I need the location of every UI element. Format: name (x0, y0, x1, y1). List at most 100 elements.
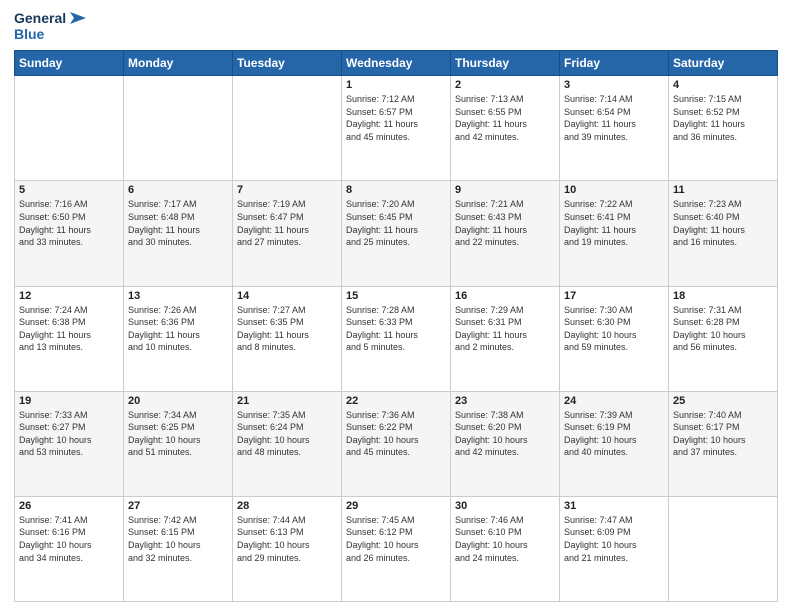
calendar-cell: 28 Sunrise: 7:44 AM Sunset: 6:13 PM Dayli… (233, 496, 342, 601)
calendar-cell (669, 496, 778, 601)
day-info: Sunrise: 7:20 AM Sunset: 6:45 PM Dayligh… (346, 198, 446, 248)
day-info: Sunrise: 7:24 AM Sunset: 6:38 PM Dayligh… (19, 304, 119, 354)
calendar-cell: 25 Sunrise: 7:40 AM Sunset: 6:17 PM Dayli… (669, 391, 778, 496)
calendar-cell: 22 Sunrise: 7:36 AM Sunset: 6:22 PM Dayli… (342, 391, 451, 496)
day-info: Sunrise: 7:29 AM Sunset: 6:31 PM Dayligh… (455, 304, 555, 354)
calendar-cell: 12Sunrise: 7:24 AM Sunset: 6:38 PM Dayli… (15, 286, 124, 391)
calendar-cell: 10 Sunrise: 7:22 AM Sunset: 6:41 PM Dayli… (560, 181, 669, 286)
calendar-cell: 21 Sunrise: 7:35 AM Sunset: 6:24 PM Dayli… (233, 391, 342, 496)
calendar-cell: 1 Sunrise: 7:12 AM Sunset: 6:57 PM Daylig… (342, 76, 451, 181)
weekday-header-wednesday: Wednesday (342, 51, 451, 76)
calendar-cell: 5 Sunrise: 7:16 AM Sunset: 6:50 PM Daylig… (15, 181, 124, 286)
day-info: Sunrise: 7:27 AM Sunset: 6:35 PM Dayligh… (237, 304, 337, 354)
calendar-cell: 7Sunrise: 7:19 AM Sunset: 6:47 PM Daylig… (233, 181, 342, 286)
calendar-cell (124, 76, 233, 181)
logo: General Blue (14, 10, 86, 42)
logo-general-text: General (14, 10, 66, 26)
day-number: 21 (237, 395, 337, 407)
day-number: 8 (346, 184, 446, 196)
day-info: Sunrise: 7:30 AM Sunset: 6:30 PM Dayligh… (564, 304, 664, 354)
calendar-table: SundayMondayTuesdayWednesdayThursdayFrid… (14, 50, 778, 602)
day-info: Sunrise: 7:40 AM Sunset: 6:17 PM Dayligh… (673, 409, 773, 459)
calendar-cell: 31Sunrise: 7:47 AM Sunset: 6:09 PM Dayli… (560, 496, 669, 601)
day-info: Sunrise: 7:14 AM Sunset: 6:54 PM Dayligh… (564, 93, 664, 143)
calendar-cell: 19Sunrise: 7:33 AM Sunset: 6:27 PM Dayli… (15, 391, 124, 496)
weekday-header-thursday: Thursday (451, 51, 560, 76)
day-number: 7 (237, 184, 337, 196)
calendar-cell: 17 Sunrise: 7:30 AM Sunset: 6:30 PM Dayli… (560, 286, 669, 391)
day-number: 17 (564, 290, 664, 302)
day-info: Sunrise: 7:34 AM Sunset: 6:25 PM Dayligh… (128, 409, 228, 459)
day-info: Sunrise: 7:28 AM Sunset: 6:33 PM Dayligh… (346, 304, 446, 354)
week-row-1: 1 Sunrise: 7:12 AM Sunset: 6:57 PM Daylig… (15, 76, 778, 181)
day-number: 26 (19, 500, 119, 512)
day-number: 28 (237, 500, 337, 512)
calendar-cell: 11 Sunrise: 7:23 AM Sunset: 6:40 PM Dayli… (669, 181, 778, 286)
calendar-cell: 27 Sunrise: 7:42 AM Sunset: 6:15 PM Dayli… (124, 496, 233, 601)
day-info: Sunrise: 7:36 AM Sunset: 6:22 PM Dayligh… (346, 409, 446, 459)
calendar-cell: 26Sunrise: 7:41 AM Sunset: 6:16 PM Dayli… (15, 496, 124, 601)
calendar-cell: 4 Sunrise: 7:15 AM Sunset: 6:52 PM Daylig… (669, 76, 778, 181)
day-number: 1 (346, 79, 446, 91)
calendar-cell: 15Sunrise: 7:28 AM Sunset: 6:33 PM Dayli… (342, 286, 451, 391)
weekday-header-saturday: Saturday (669, 51, 778, 76)
logo-arrow-icon (68, 10, 86, 26)
day-info: Sunrise: 7:47 AM Sunset: 6:09 PM Dayligh… (564, 514, 664, 564)
day-number: 2 (455, 79, 555, 91)
calendar-cell: 16 Sunrise: 7:29 AM Sunset: 6:31 PM Dayli… (451, 286, 560, 391)
day-number: 20 (128, 395, 228, 407)
day-info: Sunrise: 7:42 AM Sunset: 6:15 PM Dayligh… (128, 514, 228, 564)
day-info: Sunrise: 7:22 AM Sunset: 6:41 PM Dayligh… (564, 198, 664, 248)
day-number: 11 (673, 184, 773, 196)
weekday-header-friday: Friday (560, 51, 669, 76)
day-number: 18 (673, 290, 773, 302)
day-number: 6 (128, 184, 228, 196)
day-info: Sunrise: 7:13 AM Sunset: 6:55 PM Dayligh… (455, 93, 555, 143)
logo-blue-text: Blue (14, 26, 44, 42)
day-info: Sunrise: 7:35 AM Sunset: 6:24 PM Dayligh… (237, 409, 337, 459)
calendar-cell: 29 Sunrise: 7:45 AM Sunset: 6:12 PM Dayli… (342, 496, 451, 601)
day-number: 16 (455, 290, 555, 302)
day-number: 10 (564, 184, 664, 196)
day-info: Sunrise: 7:39 AM Sunset: 6:19 PM Dayligh… (564, 409, 664, 459)
day-number: 4 (673, 79, 773, 91)
day-number: 5 (19, 184, 119, 196)
day-info: Sunrise: 7:16 AM Sunset: 6:50 PM Dayligh… (19, 198, 119, 248)
weekday-header-row: SundayMondayTuesdayWednesdayThursdayFrid… (15, 51, 778, 76)
calendar-cell: 3 Sunrise: 7:14 AM Sunset: 6:54 PM Daylig… (560, 76, 669, 181)
day-info: Sunrise: 7:23 AM Sunset: 6:40 PM Dayligh… (673, 198, 773, 248)
day-number: 22 (346, 395, 446, 407)
day-number: 9 (455, 184, 555, 196)
calendar-cell: 30 Sunrise: 7:46 AM Sunset: 6:10 PM Dayli… (451, 496, 560, 601)
calendar-cell: 14 Sunrise: 7:27 AM Sunset: 6:35 PM Dayli… (233, 286, 342, 391)
day-info: Sunrise: 7:17 AM Sunset: 6:48 PM Dayligh… (128, 198, 228, 248)
day-number: 24 (564, 395, 664, 407)
day-number: 29 (346, 500, 446, 512)
day-info: Sunrise: 7:31 AM Sunset: 6:28 PM Dayligh… (673, 304, 773, 354)
day-number: 14 (237, 290, 337, 302)
day-info: Sunrise: 7:44 AM Sunset: 6:13 PM Dayligh… (237, 514, 337, 564)
week-row-5: 26Sunrise: 7:41 AM Sunset: 6:16 PM Dayli… (15, 496, 778, 601)
day-number: 23 (455, 395, 555, 407)
calendar-cell: 2 Sunrise: 7:13 AM Sunset: 6:55 PM Daylig… (451, 76, 560, 181)
week-row-3: 12Sunrise: 7:24 AM Sunset: 6:38 PM Dayli… (15, 286, 778, 391)
header: General Blue (14, 10, 778, 42)
weekday-header-sunday: Sunday (15, 51, 124, 76)
day-number: 30 (455, 500, 555, 512)
day-number: 25 (673, 395, 773, 407)
day-number: 27 (128, 500, 228, 512)
day-number: 3 (564, 79, 664, 91)
day-info: Sunrise: 7:15 AM Sunset: 6:52 PM Dayligh… (673, 93, 773, 143)
calendar-cell (233, 76, 342, 181)
week-row-2: 5 Sunrise: 7:16 AM Sunset: 6:50 PM Daylig… (15, 181, 778, 286)
calendar-cell: 23 Sunrise: 7:38 AM Sunset: 6:20 PM Dayli… (451, 391, 560, 496)
day-info: Sunrise: 7:46 AM Sunset: 6:10 PM Dayligh… (455, 514, 555, 564)
day-info: Sunrise: 7:45 AM Sunset: 6:12 PM Dayligh… (346, 514, 446, 564)
week-row-4: 19Sunrise: 7:33 AM Sunset: 6:27 PM Dayli… (15, 391, 778, 496)
day-info: Sunrise: 7:12 AM Sunset: 6:57 PM Dayligh… (346, 93, 446, 143)
day-info: Sunrise: 7:33 AM Sunset: 6:27 PM Dayligh… (19, 409, 119, 459)
calendar-cell: 8 Sunrise: 7:20 AM Sunset: 6:45 PM Daylig… (342, 181, 451, 286)
day-info: Sunrise: 7:38 AM Sunset: 6:20 PM Dayligh… (455, 409, 555, 459)
calendar-cell (15, 76, 124, 181)
day-info: Sunrise: 7:26 AM Sunset: 6:36 PM Dayligh… (128, 304, 228, 354)
